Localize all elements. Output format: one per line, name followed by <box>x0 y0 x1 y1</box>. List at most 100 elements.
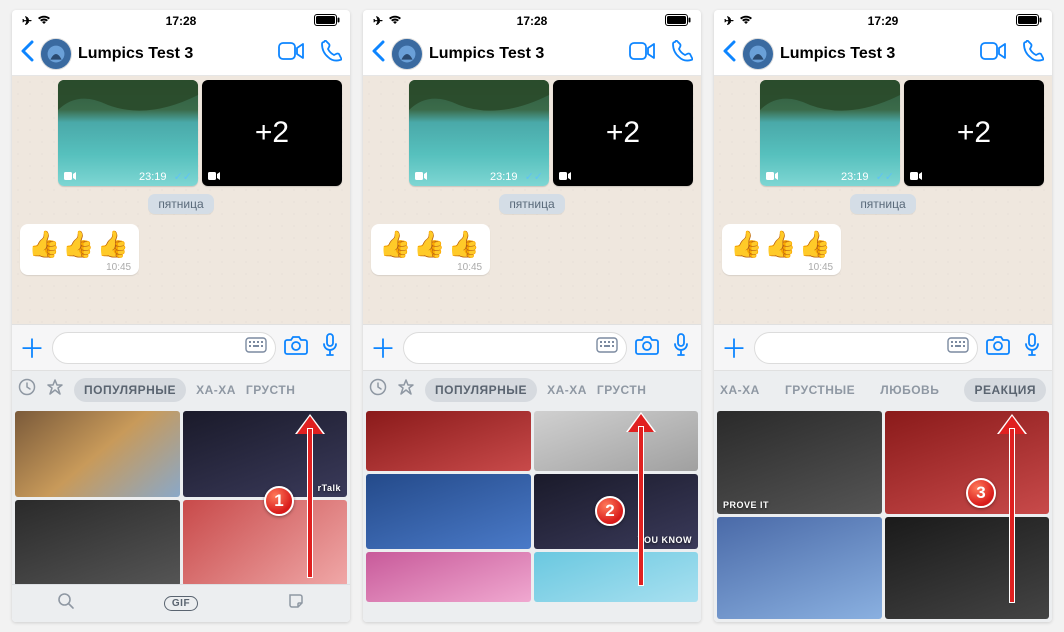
chat-title[interactable]: Lumpics Test 3 <box>429 45 613 63</box>
category-tab[interactable]: ГРУСТНЫЕ <box>785 383 855 397</box>
gif-item[interactable] <box>183 500 348 584</box>
media-thumb-video[interactable]: 23:19 ✓✓ <box>760 80 900 186</box>
video-call-button[interactable] <box>278 42 304 65</box>
incoming-message[interactable]: 👍👍👍 10:45 <box>20 224 139 275</box>
media-time: 23:19 <box>841 171 869 183</box>
sticker-tab-icon[interactable] <box>287 592 305 615</box>
keyboard-toggle-icon[interactable] <box>245 337 267 358</box>
media-time: 23:19 <box>490 171 518 183</box>
emoji-content: 👍👍👍 <box>730 229 833 260</box>
message-input[interactable] <box>403 332 627 364</box>
gif-caption: rTalk <box>318 483 341 493</box>
attach-button[interactable]: ＋ <box>720 329 748 366</box>
gif-item[interactable] <box>15 411 180 497</box>
emoji-content: 👍👍👍 <box>379 229 482 260</box>
video-indicator-icon <box>910 171 922 183</box>
gif-item[interactable]: rTalk <box>183 411 348 497</box>
extra-count: +2 <box>606 116 640 150</box>
video-indicator-icon <box>208 171 220 183</box>
category-tab[interactable]: РЕАКЦИЯ <box>964 378 1046 402</box>
chat-header: Lumpics Test 3 <box>714 32 1052 76</box>
video-indicator-icon <box>415 171 427 183</box>
gif-item[interactable] <box>885 411 1050 514</box>
media-thumb-video[interactable]: 23:19 ✓✓ <box>409 80 549 186</box>
mic-button[interactable] <box>667 333 695 362</box>
message-input[interactable] <box>754 332 978 364</box>
media-message[interactable]: 23:19 ✓✓ +2 <box>20 80 342 186</box>
category-tab[interactable]: ХА-ХА <box>720 383 760 397</box>
media-thumb-extra[interactable]: +2 <box>904 80 1044 186</box>
back-button[interactable] <box>722 40 736 67</box>
back-button[interactable] <box>371 40 385 67</box>
favorites-icon[interactable] <box>46 378 64 401</box>
mic-button[interactable] <box>1018 333 1046 362</box>
message-input[interactable] <box>52 332 276 364</box>
keyboard-toggle-icon[interactable] <box>947 337 969 358</box>
media-thumb-extra[interactable]: +2 <box>202 80 342 186</box>
media-message[interactable]: 23:19 ✓✓ +2 <box>722 80 1044 186</box>
camera-button[interactable] <box>282 335 310 360</box>
gif-grid[interactable]: PROVE IT 3 <box>714 408 1052 622</box>
gif-item[interactable] <box>15 500 180 584</box>
gif-item[interactable] <box>534 552 699 602</box>
wifi-icon <box>739 14 753 28</box>
recent-icon[interactable] <box>18 378 36 401</box>
read-ticks-icon: ✓✓ <box>174 171 192 183</box>
back-button[interactable] <box>20 40 34 67</box>
voice-call-button[interactable] <box>1022 40 1044 67</box>
category-tab[interactable]: ГРУСТН <box>246 383 295 397</box>
gif-tab[interactable]: GIF <box>164 596 198 611</box>
category-tab[interactable]: ХА-ХА <box>547 383 587 397</box>
wifi-icon <box>37 14 51 28</box>
keyboard-toggle-icon[interactable] <box>596 337 618 358</box>
gif-item[interactable] <box>366 474 531 549</box>
chat-body[interactable]: 23:19 ✓✓ +2 пятница 👍👍👍 10:45 <box>363 76 701 324</box>
gif-grid[interactable]: YOU KNOW 2 <box>363 408 701 622</box>
chat-title[interactable]: Lumpics Test 3 <box>780 45 964 63</box>
video-call-button[interactable] <box>629 42 655 65</box>
voice-call-button[interactable] <box>320 40 342 67</box>
recent-icon[interactable] <box>369 378 387 401</box>
message-time: 10:45 <box>28 262 131 273</box>
incoming-message[interactable]: 👍👍👍 10:45 <box>371 224 490 275</box>
gif-item[interactable]: YOU KNOW <box>534 474 699 549</box>
chat-body[interactable]: 23:19 ✓✓ +2 пятница 👍👍👍 10:45 <box>714 76 1052 324</box>
category-tab[interactable]: ХА-ХА <box>196 383 236 397</box>
gif-item[interactable] <box>534 411 699 471</box>
gif-item[interactable] <box>366 552 531 602</box>
attach-button[interactable]: ＋ <box>18 329 46 366</box>
gif-grid[interactable]: rTalk 1 <box>12 408 350 584</box>
video-indicator-icon <box>559 171 571 183</box>
gif-item[interactable]: PROVE IT <box>717 411 882 514</box>
category-tab[interactable]: ПОПУЛЯРНЫЕ <box>425 378 537 402</box>
sticker-search-icon[interactable] <box>57 592 75 615</box>
media-thumb-extra[interactable]: +2 <box>553 80 693 186</box>
category-tab[interactable]: ГРУСТН <box>597 383 646 397</box>
favorites-icon[interactable] <box>397 378 415 401</box>
camera-button[interactable] <box>984 335 1012 360</box>
avatar[interactable] <box>40 38 72 70</box>
voice-call-button[interactable] <box>671 40 693 67</box>
message-time: 10:45 <box>730 262 833 273</box>
attach-button[interactable]: ＋ <box>369 329 397 366</box>
day-separator: пятница <box>499 194 564 214</box>
incoming-message[interactable]: 👍👍👍 10:45 <box>722 224 841 275</box>
category-tab[interactable]: ПОПУЛЯРНЫЕ <box>74 378 186 402</box>
category-tab[interactable]: ЛЮБОВЬ <box>880 383 939 397</box>
gif-item[interactable] <box>717 517 882 620</box>
gif-caption: YOU KNOW <box>638 535 693 545</box>
avatar[interactable] <box>742 38 774 70</box>
chat-body[interactable]: 23:19 ✓✓ +2 пятница 👍👍👍 10:45 <box>12 76 350 324</box>
chat-title[interactable]: Lumpics Test 3 <box>78 45 262 63</box>
video-call-button[interactable] <box>980 42 1006 65</box>
gif-category-bar: ПОПУЛЯРНЫЕ ХА-ХА ГРУСТН <box>363 370 701 408</box>
gif-category-bar: ХА-ХА ГРУСТНЫЕ ЛЮБОВЬ РЕАКЦИЯ <box>714 370 1052 408</box>
chat-header: Lumpics Test 3 <box>12 32 350 76</box>
media-thumb-video[interactable]: 23:19 ✓✓ <box>58 80 198 186</box>
media-message[interactable]: 23:19 ✓✓ +2 <box>371 80 693 186</box>
gif-item[interactable] <box>885 517 1050 620</box>
avatar[interactable] <box>391 38 423 70</box>
camera-button[interactable] <box>633 335 661 360</box>
mic-button[interactable] <box>316 333 344 362</box>
gif-item[interactable] <box>366 411 531 471</box>
